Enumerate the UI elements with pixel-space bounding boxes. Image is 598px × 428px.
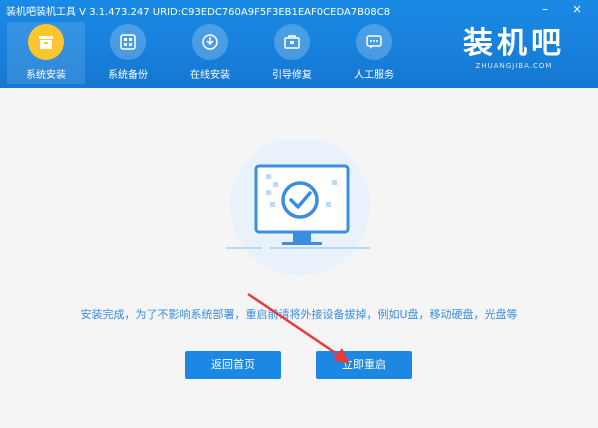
system-install-icon [28, 24, 64, 60]
close-button[interactable]: × [566, 0, 588, 18]
nav-item-system-install[interactable]: 系统安装 [7, 22, 85, 84]
nav-label: 人工服务 [354, 70, 394, 81]
nav-item-online-install[interactable]: 在线安装 [171, 22, 249, 84]
red-arrow-line [247, 292, 341, 358]
nav-label: 系统安装 [26, 70, 66, 81]
nav-item-system-backup[interactable]: 系统备份 [89, 22, 167, 84]
system-backup-icon [110, 24, 146, 60]
nav-label: 系统备份 [108, 70, 148, 81]
logo-subtext: ZHUANGJIBA.COM [475, 62, 553, 70]
chat-service-icon [356, 24, 392, 60]
red-arrow-head [333, 348, 350, 364]
minimize-button[interactable]: – [534, 0, 556, 18]
nav-item-chat-service[interactable]: 人工服务 [335, 22, 413, 84]
logo-text: 装机吧 [463, 26, 565, 61]
header-bar: 装机吧装机工具 V 3.1.473.247 URID:C93EDC760A9F5… [0, 0, 598, 88]
nav-label: 引导修复 [272, 70, 312, 81]
annotation-arrow-overlay [247, 292, 350, 364]
main-content: 安装完成，为了不影响系统部署，重启前请将外接设备拔掉，例如U盘，移动硬盘，光盘等… [0, 88, 598, 428]
window-title: 装机吧装机工具 V 3.1.473.247 URID:C93EDC760A9F5… [6, 7, 391, 18]
nav-label: 在线安装 [190, 70, 230, 81]
boot-repair-icon [274, 24, 310, 60]
brand-logo: 装机吧 ZHUANGJIBA.COM [444, 26, 584, 70]
online-install-icon [192, 24, 228, 60]
nav-item-boot-repair[interactable]: 引导修复 [253, 22, 331, 84]
